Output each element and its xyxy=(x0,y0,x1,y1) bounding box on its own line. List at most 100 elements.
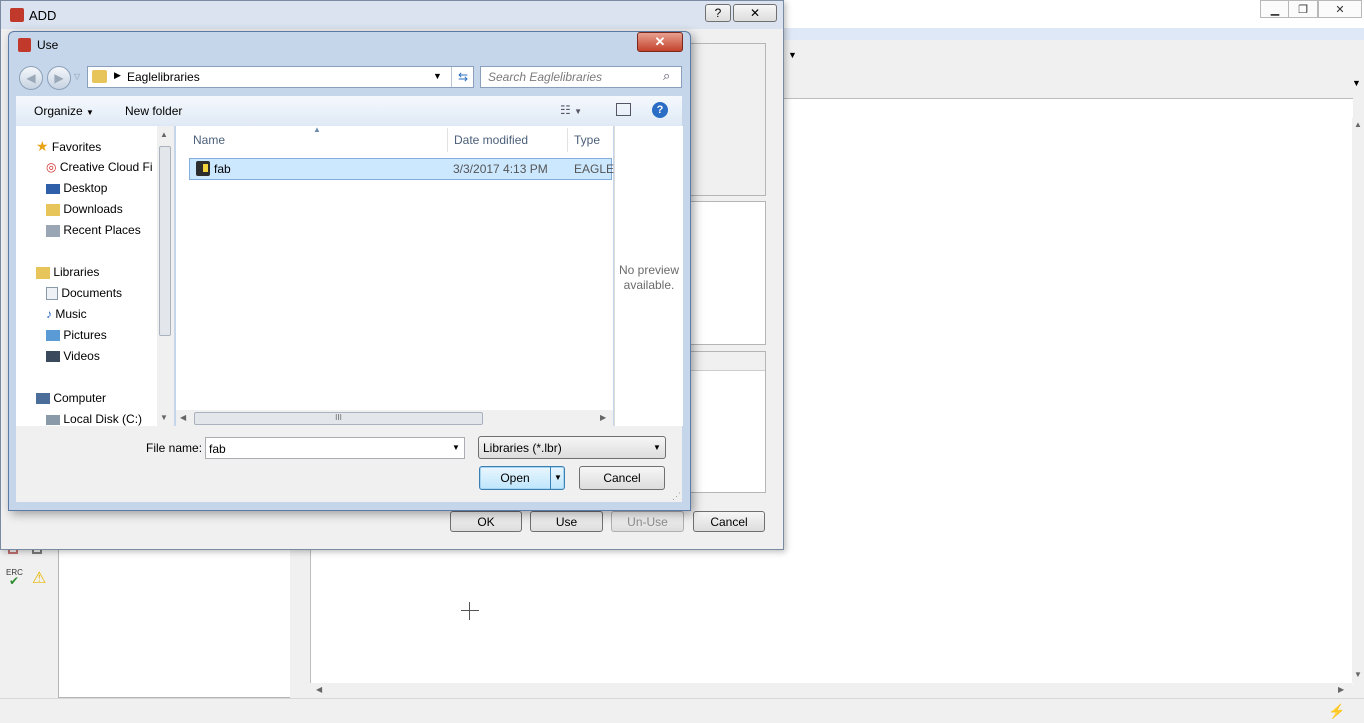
file-name: fab xyxy=(214,162,231,176)
add-dialog-title-bar xyxy=(1,1,783,29)
preview-panel xyxy=(689,43,766,196)
close-icon: ✕ xyxy=(749,6,761,20)
nav-item-desktop[interactable]: Desktop xyxy=(46,181,107,195)
nav-item-downloads[interactable]: Downloads xyxy=(46,202,123,216)
resize-grip-icon[interactable]: ⋰ xyxy=(672,491,681,502)
file-list-hscrollbar[interactable]: ◀ III ▶ xyxy=(176,410,613,427)
unuse-button[interactable]: Un-Use xyxy=(611,511,684,532)
file-row[interactable]: fab 3/3/2017 4:13 PM EAGLE xyxy=(189,158,615,180)
file-type: EAGLE xyxy=(574,162,615,176)
view-options-button[interactable]: ☷ ▼ xyxy=(560,103,582,117)
breadcrumb-chevron-icon[interactable]: ▶ xyxy=(114,70,121,81)
toolbar-dropdown-arrow-icon[interactable]: ▼ xyxy=(788,50,797,60)
scroll-left-icon[interactable]: ◀ xyxy=(316,685,322,694)
file-name-label: File name: xyxy=(146,441,203,455)
nav-item-label: Pictures xyxy=(63,328,107,342)
open-button[interactable]: Open ▼ xyxy=(479,466,565,490)
desktop-icon xyxy=(46,183,60,194)
column-date-modified[interactable]: Date modified xyxy=(454,133,528,147)
nav-pane-scrollbar[interactable]: ▲ ▼ xyxy=(157,126,174,426)
nav-libraries-label: Libraries xyxy=(53,265,100,279)
hscroll-thumb[interactable]: III xyxy=(194,412,483,425)
check-icon: ✔ xyxy=(9,574,20,588)
music-icon: ♪ xyxy=(46,307,52,321)
nav-item-videos[interactable]: Videos xyxy=(46,349,100,363)
sort-ascending-icon: ▲ xyxy=(313,125,321,134)
eagle-library-icon xyxy=(196,161,210,176)
use-button[interactable]: Use xyxy=(530,511,603,532)
use-cancel-button[interactable]: Cancel xyxy=(579,466,665,490)
nav-item-creative-cloud[interactable]: ◎ Creative Cloud Fi xyxy=(46,160,153,174)
nav-scroll-thumb[interactable] xyxy=(159,146,171,336)
file-type-select[interactable]: Libraries (*.lbr) ▼ xyxy=(478,436,666,459)
nav-item-label: Videos xyxy=(63,349,100,363)
scroll-left-icon[interactable]: ◀ xyxy=(180,413,186,422)
breadcrumb-folder[interactable]: Eaglelibraries xyxy=(127,70,200,84)
forward-arrow-icon: ▶ xyxy=(54,71,64,85)
restore-button[interactable]: ❐ xyxy=(1288,0,1318,18)
nav-item-recent-places[interactable]: Recent Places xyxy=(46,223,141,237)
canvas-horizontal-scrollbar[interactable]: ◀ ▶ xyxy=(310,683,1352,697)
forward-button[interactable]: ▶ xyxy=(47,66,71,90)
recent-locations-dropdown-icon[interactable]: ▽ xyxy=(74,72,80,81)
disk-icon xyxy=(46,414,60,425)
open-dropdown-icon[interactable]: ▼ xyxy=(554,473,562,482)
add-cancel-button[interactable]: Cancel xyxy=(693,511,765,532)
ok-button[interactable]: OK xyxy=(450,511,522,532)
file-name-input[interactable]: fab ▼ xyxy=(205,437,465,459)
search-icon[interactable]: ⌕ xyxy=(663,68,670,84)
search-input[interactable]: Search Eaglelibraries ⌕ xyxy=(480,66,682,88)
use-dialog-close-button[interactable]: ✕ xyxy=(637,32,683,52)
warning-icon[interactable]: ⚠ xyxy=(32,568,46,588)
scroll-down-icon[interactable]: ▼ xyxy=(160,413,168,422)
chevron-down-icon[interactable]: ▼ xyxy=(452,443,460,452)
chevron-down-icon: ▼ xyxy=(653,443,661,452)
scroll-down-icon[interactable]: ▼ xyxy=(1354,670,1362,679)
add-dialog-close-button[interactable]: ✕ xyxy=(733,4,777,22)
nav-item-documents[interactable]: Documents xyxy=(46,286,122,301)
help-button[interactable]: ? xyxy=(652,102,668,118)
no-preview-line2: available. xyxy=(623,278,675,292)
downloads-icon xyxy=(46,203,60,216)
navigation-pane: ★ Favorites ◎ Creative Cloud Fi Desktop … xyxy=(16,126,173,426)
nav-computer[interactable]: Computer xyxy=(36,391,106,405)
split-divider xyxy=(550,467,551,489)
nav-item-music[interactable]: ♪ Music xyxy=(46,307,87,321)
help-button[interactable]: ? xyxy=(705,4,731,22)
close-icon: ✕ xyxy=(654,34,666,49)
column-divider[interactable] xyxy=(567,128,568,152)
minimize-button[interactable]: ▁ xyxy=(1260,0,1290,18)
back-button[interactable]: ◀ xyxy=(19,66,43,90)
nav-libraries[interactable]: Libraries xyxy=(36,265,99,279)
scroll-up-icon[interactable]: ▲ xyxy=(160,130,168,139)
nav-item-label: Creative Cloud Fi xyxy=(59,160,153,174)
app-side-panel: ▼ xyxy=(58,548,301,698)
recent-places-icon xyxy=(46,224,60,237)
scroll-right-icon[interactable]: ▶ xyxy=(1338,685,1344,694)
documents-icon xyxy=(46,287,58,301)
new-folder-button[interactable]: New folder xyxy=(125,104,182,118)
app-close-button[interactable]: ✕ xyxy=(1318,0,1362,18)
scroll-right-icon[interactable]: ▶ xyxy=(600,413,606,422)
column-name[interactable]: Name xyxy=(193,133,225,147)
creative-cloud-icon: ◎ xyxy=(46,160,57,174)
toolbar-dropdown-arrow-icon[interactable]: ▼ xyxy=(1352,78,1361,88)
canvas-vertical-scrollbar[interactable]: ▲ ▼ xyxy=(1352,118,1364,683)
pictures-icon xyxy=(46,330,60,342)
scroll-up-icon[interactable]: ▲ xyxy=(1354,120,1362,129)
address-bar[interactable]: ▶ Eaglelibraries ▼ ⇆ xyxy=(87,66,474,88)
folder-icon xyxy=(92,70,107,83)
nav-item-local-disk[interactable]: Local Disk (C:) xyxy=(46,412,142,426)
organize-button[interactable]: Organize ▼ xyxy=(34,104,94,118)
nav-item-pictures[interactable]: Pictures xyxy=(46,328,107,342)
column-divider[interactable] xyxy=(447,128,448,152)
search-placeholder: Search Eaglelibraries xyxy=(488,70,603,84)
address-dropdown-icon[interactable]: ▼ xyxy=(433,71,442,81)
preview-pane: No preview available. xyxy=(614,126,683,426)
preview-pane-toggle[interactable] xyxy=(616,103,631,116)
restore-icon: ❐ xyxy=(1298,3,1308,16)
refresh-button[interactable]: ⇆ xyxy=(451,67,474,87)
nav-favorites[interactable]: ★ Favorites xyxy=(36,138,101,155)
lightning-icon: ⚡ xyxy=(1328,703,1346,719)
column-type[interactable]: Type xyxy=(574,133,600,147)
